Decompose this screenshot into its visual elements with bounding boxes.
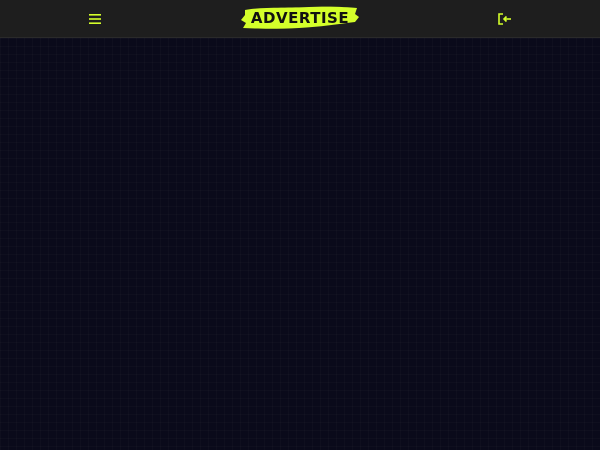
sign-in-button[interactable] xyxy=(494,8,516,30)
main-content-area xyxy=(0,38,600,450)
menu-button[interactable] xyxy=(84,8,106,30)
site-logo[interactable]: ADVERTISE xyxy=(239,4,361,32)
sign-in-icon xyxy=(498,13,511,25)
hamburger-menu-icon xyxy=(89,14,101,24)
top-navigation-bar: ADVERTISE xyxy=(0,0,600,38)
logo-text: ADVERTISE xyxy=(251,9,349,27)
